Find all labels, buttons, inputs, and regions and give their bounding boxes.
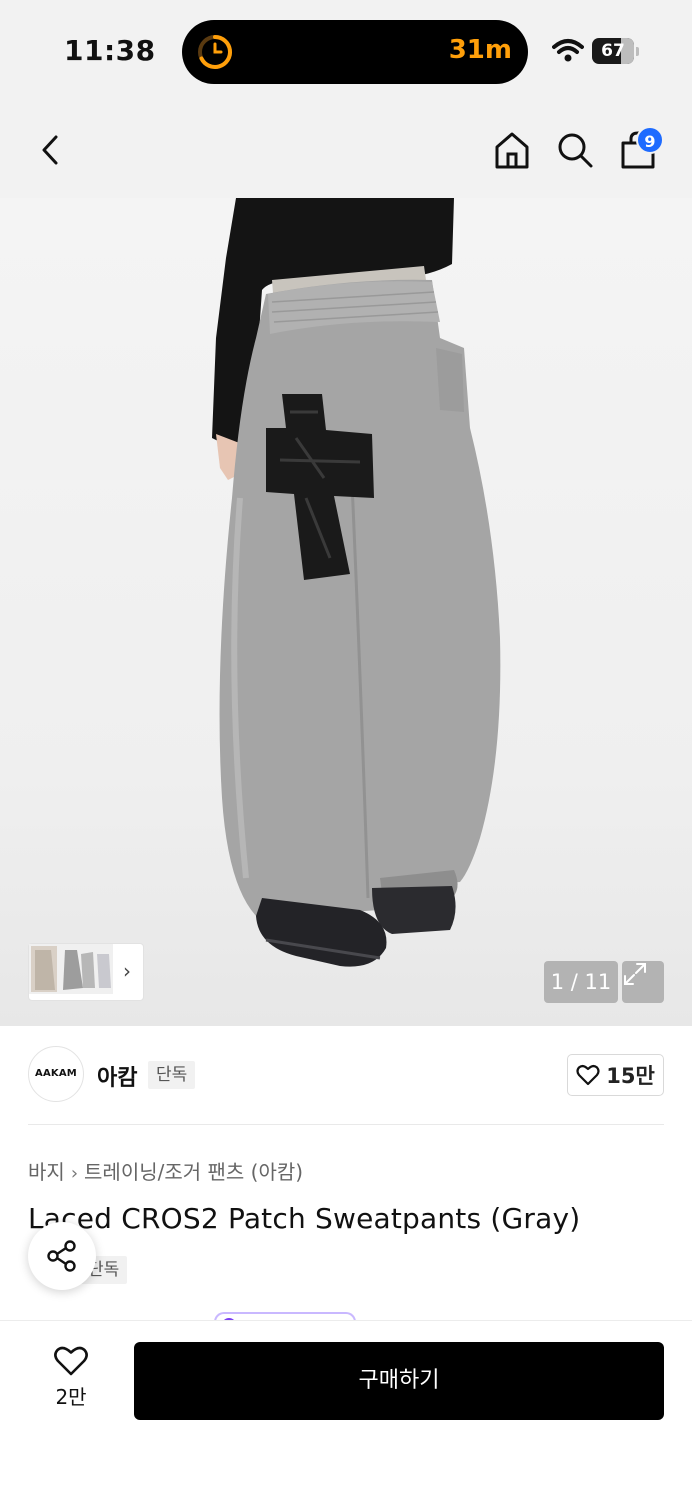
wishlist-count: 2만: [55, 1385, 87, 1409]
breadcrumb-separator-icon: ›: [70, 1163, 79, 1184]
expand-icon: [624, 963, 646, 985]
category-breadcrumb: 바지 › 트레이닝/조거 팬츠 (아캄): [28, 1156, 303, 1185]
image-page-counter: 1 / 11: [544, 961, 618, 1003]
brand-exclusive-badge: 단독: [148, 1061, 196, 1089]
chevron-left-icon: [42, 135, 58, 165]
battery-icon: 67: [592, 38, 634, 64]
product-image-gallery[interactable]: › 1 / 11: [0, 198, 692, 1026]
back-button[interactable]: [26, 124, 74, 176]
brand-name[interactable]: 아캄: [97, 1060, 137, 1092]
brand-logo[interactable]: AAKAM: [28, 1046, 84, 1102]
brand-like-count: 15만: [606, 1064, 655, 1088]
product-title: Laced CROS2 Patch Sweatpants (Gray): [28, 1202, 581, 1235]
heart-icon: [54, 1346, 88, 1376]
share-icon: [47, 1240, 76, 1272]
wifi-icon: [552, 39, 584, 62]
product-photo: [212, 198, 501, 967]
battery-cap: [636, 47, 639, 56]
status-indicators: 67: [552, 36, 642, 66]
divider: [28, 1124, 664, 1125]
timer-ring-icon: [198, 35, 232, 69]
share-button[interactable]: [28, 1222, 96, 1290]
thumbnail-strip[interactable]: ›: [28, 943, 144, 1001]
activity-timer: 31m: [448, 35, 512, 65]
expand-image-button[interactable]: [622, 961, 664, 1003]
brand-like-button[interactable]: 15만: [567, 1054, 664, 1096]
status-time: 11:38: [64, 34, 156, 67]
status-bar: 11:38 31m 67: [0, 0, 692, 100]
heart-icon: [576, 1064, 600, 1086]
search-icon: [558, 133, 593, 168]
home-icon: [495, 132, 529, 169]
top-nav: [0, 100, 692, 198]
cart-count-badge: 9: [636, 126, 664, 154]
wishlist-button[interactable]: 2만: [36, 1345, 106, 1415]
breadcrumb-subcategory[interactable]: 트레이닝/조거 팬츠 (아캄): [84, 1160, 303, 1184]
bottom-action-bar: 2만 구매하기: [0, 1320, 692, 1500]
battery-level: 67: [601, 41, 625, 61]
buy-button[interactable]: 구매하기: [134, 1342, 664, 1420]
brand-row: AAKAM 아캄 단독 15만: [0, 1026, 692, 1126]
dynamic-island[interactable]: 31m: [182, 20, 528, 84]
thumbnail-next-icon[interactable]: ›: [123, 959, 131, 983]
thumbnail-image: [29, 944, 113, 994]
home-button[interactable]: [488, 124, 536, 176]
search-button[interactable]: [551, 124, 599, 176]
breadcrumb-category[interactable]: 바지: [28, 1160, 65, 1184]
